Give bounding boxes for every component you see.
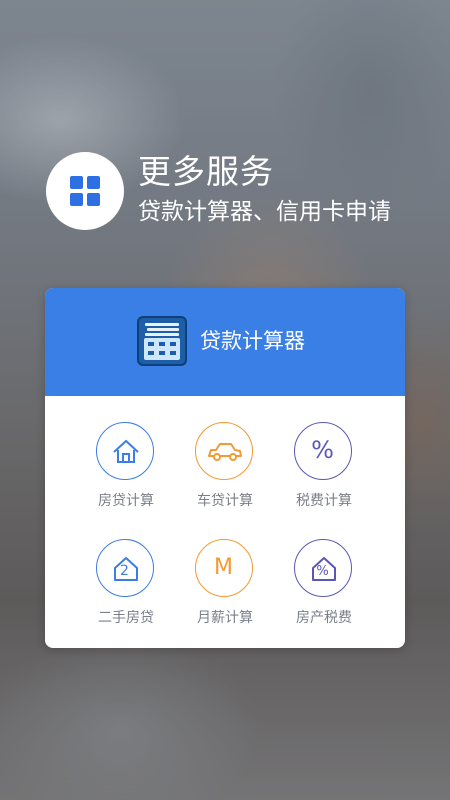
car-icon	[195, 422, 253, 480]
card-title: 贷款计算器	[200, 329, 305, 353]
salary-calc-item[interactable]: M 月薪计算	[175, 539, 275, 639]
more-services-header[interactable]: 更多服务 贷款计算器、信用卡申请	[46, 152, 426, 232]
car-loan-calc-item[interactable]: 车贷计算	[175, 422, 275, 522]
item-label: 二手房贷	[98, 610, 154, 626]
tax-calc-item[interactable]: % 税费计算	[274, 422, 374, 522]
header-subtitle: 贷款计算器、信用卡申请	[138, 199, 391, 225]
item-label: 税费计算	[296, 493, 352, 509]
salary-m-icon: M	[195, 539, 253, 597]
calculator-grid: 房贷计算 车贷计算 % 税费计算 2 二手房贷 M 月薪计算 % 房产税费	[45, 396, 405, 648]
loan-calculator-card: 贷款计算器 房贷计算 车贷计算 % 税费计算 2 二手房贷 M 月薪计算 % 房…	[45, 288, 405, 648]
second-hand-loan-item[interactable]: 2 二手房贷	[76, 539, 176, 639]
item-label: 月薪计算	[197, 610, 253, 626]
calculator-icon	[137, 316, 187, 366]
services-icon-circle[interactable]	[46, 152, 124, 230]
item-label: 房贷计算	[98, 493, 154, 509]
mortgage-calc-item[interactable]: 房贷计算	[76, 422, 176, 522]
house-icon	[96, 422, 154, 480]
item-label: 房产税费	[296, 610, 352, 626]
header-title: 更多服务	[138, 152, 274, 191]
item-label: 车贷计算	[197, 493, 253, 509]
percent-icon: %	[294, 422, 352, 480]
property-tax-item[interactable]: % 房产税费	[274, 539, 374, 639]
house-2-icon: 2	[96, 539, 154, 597]
card-header[interactable]: 贷款计算器	[45, 288, 405, 396]
house-percent-icon: %	[294, 539, 352, 597]
grid-icon	[70, 176, 100, 206]
